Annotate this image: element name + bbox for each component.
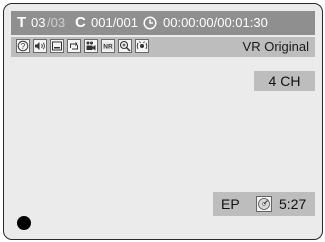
title-current: 03 [31,15,46,30]
noise-reduction-icon[interactable]: NR [101,39,115,53]
function-icon-bar: ? NR VR Original [11,37,315,57]
info-bar: T 03 /03 C 001/001 00:00:00/00:01:30 [11,11,315,35]
disc-type-label: VR Original [242,39,309,54]
repeat-icon[interactable] [67,39,81,53]
subtitle-icon[interactable] [50,39,64,53]
clock-icon [143,16,157,30]
title-total: /03 [47,15,66,30]
osd-screen: T 03 /03 C 001/001 00:00:00/00:01:30 ? N… [3,3,323,240]
svg-text:?: ? [21,42,26,51]
chapter-counter: 001/001 [91,15,138,30]
help-icon[interactable]: ? [16,39,30,53]
record-indicator-dot [17,216,31,230]
audio-icon[interactable] [33,39,47,53]
status-box: EP 5:27 [213,192,315,216]
remaining-time: 5:27 [279,196,307,212]
record-mode: EP [221,196,240,212]
disc-icon [256,196,272,212]
surround-icon[interactable] [135,39,149,53]
zoom-icon[interactable] [118,39,132,53]
svg-text:NR: NR [103,44,113,51]
chapter-icon: C [75,14,86,31]
title-icon: T [17,14,27,31]
time-counter: 00:00:00/00:01:30 [163,15,268,30]
channel-indicator: 4 CH [254,71,315,91]
angle-icon[interactable] [84,39,98,53]
